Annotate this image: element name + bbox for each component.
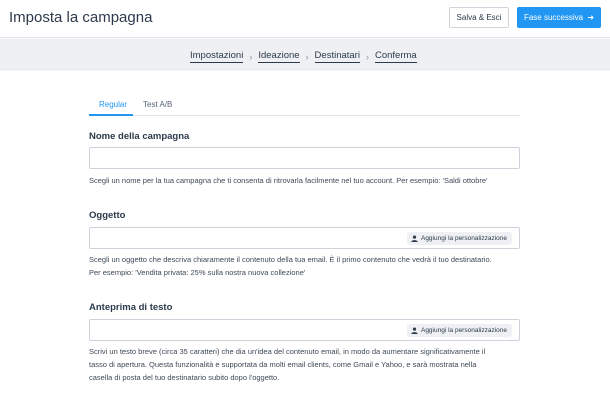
- chevron-right-icon: ›: [305, 51, 309, 62]
- preview-personalization-button[interactable]: Aggiungi la personalizzazione: [406, 324, 512, 337]
- campaign-name-input[interactable]: [89, 147, 520, 169]
- subject-label: Oggetto: [89, 210, 126, 221]
- user-icon: [411, 235, 418, 242]
- chevron-right-icon: ›: [365, 51, 369, 62]
- subject-personalization-button[interactable]: Aggiungi la personalizzazione: [406, 232, 512, 245]
- preview-personalization-label: Aggiungi la personalizzazione: [420, 327, 507, 334]
- preview-text-help-line-1: Scrivi un testo breve (circa 35 caratter…: [89, 347, 486, 356]
- step-destinatari[interactable]: Destinatari: [314, 50, 360, 63]
- top-bar: Imposta la campagna Salva & Esci Fase su…: [0, 0, 610, 38]
- arrow-right-icon: ➜: [585, 13, 595, 22]
- subject-help-line-2: Per esempio: 'Vendita privata: 25% sulla…: [89, 268, 306, 277]
- active-tab-indicator: [89, 114, 133, 116]
- next-step-button[interactable]: Fase successiva ➜: [517, 7, 601, 28]
- preview-text-label: Anteprima di testo: [89, 302, 173, 313]
- user-icon: [411, 327, 418, 334]
- chevron-right-icon: ›: [249, 51, 253, 62]
- tab-test-ab[interactable]: Test A/B: [143, 100, 172, 109]
- subject-input[interactable]: Aggiungi la personalizzazione: [89, 227, 520, 249]
- steps-bar: Impostazioni › Ideazione › Destinatari ›…: [0, 39, 610, 70]
- breadcrumb: Impostazioni › Ideazione › Destinatari ›…: [190, 50, 417, 63]
- main-content: Regular Test A/B Nome della campagna Sce…: [0, 71, 610, 397]
- preview-text-help-line-3: casella di posta del tuo destinatario su…: [89, 373, 280, 382]
- tab-bar: Regular Test A/B: [89, 94, 520, 116]
- preview-text-help-line-2: tasso di apertura. Questa funzionalità e…: [89, 360, 477, 369]
- campaign-name-help: Scegli un nome per la tua campagna che t…: [89, 176, 488, 185]
- step-impostazioni[interactable]: Impostazioni: [190, 50, 244, 63]
- preview-text-input[interactable]: Aggiungi la personalizzazione: [89, 319, 520, 341]
- save-and-exit-label: Salva & Esci: [456, 13, 502, 22]
- campaign-name-label: Nome della campagna: [89, 131, 190, 142]
- next-step-label: Fase successiva: [523, 13, 584, 22]
- save-and-exit-button[interactable]: Salva & Esci: [449, 7, 509, 28]
- page-title: Imposta la campagna: [9, 9, 153, 26]
- subject-help-line-1: Scegli un oggetto che descriva chiaramen…: [89, 255, 492, 264]
- tab-regular[interactable]: Regular: [99, 100, 127, 109]
- step-ideazione[interactable]: Ideazione: [258, 50, 300, 63]
- subject-personalization-label: Aggiungi la personalizzazione: [420, 235, 507, 242]
- step-conferma[interactable]: Conferma: [374, 50, 417, 63]
